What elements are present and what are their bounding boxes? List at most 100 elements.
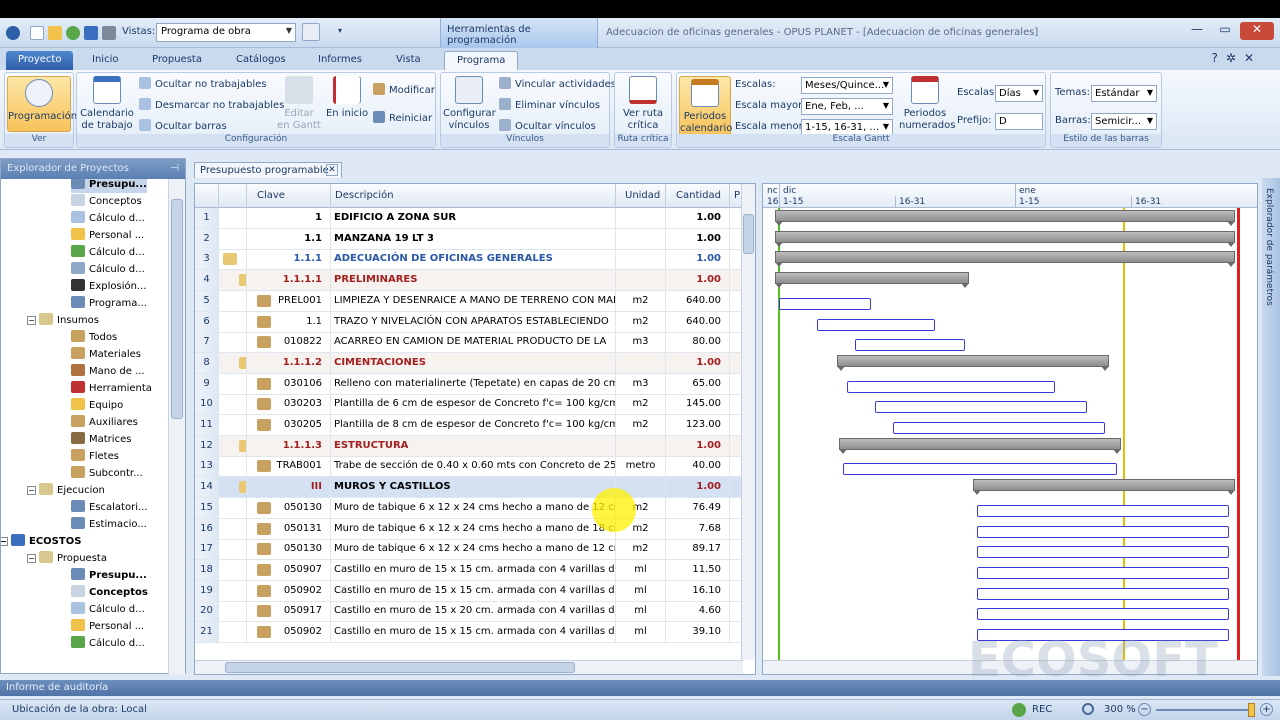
escala-mayor-select[interactable]: Ene, Feb, ... ▼ xyxy=(801,98,893,115)
gantt-task-bar[interactable] xyxy=(817,318,935,331)
close-tab-icon[interactable]: ✕ xyxy=(326,164,338,176)
tree-item[interactable]: Presupu... xyxy=(71,179,147,193)
tree-item[interactable]: − Propuesta xyxy=(27,550,107,567)
tree-item[interactable]: Explosión... xyxy=(71,278,146,295)
collapse-icon[interactable]: − xyxy=(27,486,36,495)
grid-vscroll-thumb[interactable] xyxy=(743,214,754,254)
pin-icon[interactable]: ⊣ xyxy=(170,163,179,174)
configurar-vinculos-button[interactable]: Configurar vínculos xyxy=(443,76,496,132)
prefijo-input[interactable]: D xyxy=(995,113,1043,130)
explorer-scroll-thumb[interactable] xyxy=(171,199,183,419)
quick-access-dropdown-icon[interactable]: ▾ xyxy=(338,26,346,40)
table-row[interactable]: 4 1.1.1.1 PRELIMINARES 1.00 xyxy=(195,270,743,292)
tree-item[interactable]: Escalatori... xyxy=(71,499,148,516)
document-tab[interactable]: Presupuesto programable ✕ xyxy=(194,162,342,178)
close-button[interactable]: ✕ xyxy=(1240,22,1274,40)
table-row[interactable]: 2 1.1 MANZANA 19 LT 3 1.00 xyxy=(195,228,743,250)
gantt-task-bar[interactable] xyxy=(977,525,1229,538)
tree-item[interactable]: Mano de ... xyxy=(71,363,145,380)
tree-item[interactable]: Cálculo d... xyxy=(71,210,145,227)
explorer-scrollbar[interactable] xyxy=(168,179,185,675)
sync-icon[interactable] xyxy=(1012,703,1026,717)
app-logo-icon[interactable] xyxy=(6,26,20,40)
grid-vertical-scrollbar[interactable] xyxy=(741,184,755,660)
gantt-task-bar[interactable] xyxy=(893,422,1105,434)
collapse-icon[interactable]: − xyxy=(27,554,36,563)
gantt-task-bar[interactable] xyxy=(977,504,1229,517)
gantt-summary-bar[interactable] xyxy=(775,272,969,289)
gantt-task-bar[interactable] xyxy=(875,401,1087,414)
gantt-summary-bar[interactable] xyxy=(775,230,1235,247)
minimize-button[interactable]: — xyxy=(1184,22,1210,40)
table-row[interactable]: 12 1.1.1.3 ESTRUCTURA 1.00 xyxy=(195,435,743,457)
table-row[interactable]: 19 050902 Castillo en muro de 15 x 15 cm. … xyxy=(195,580,743,602)
tab-proyecto[interactable]: Proyecto xyxy=(6,51,74,70)
save-icon[interactable] xyxy=(84,26,98,40)
table-row[interactable]: 18 050907 Castillo en muro de 15 x 15 cm. … xyxy=(195,559,743,581)
gantt-summary-bar[interactable] xyxy=(775,210,1235,226)
tree-item[interactable]: Programa... xyxy=(71,295,147,312)
programacion-button[interactable]: Programación xyxy=(7,76,77,132)
periodos-calendario-button[interactable]: Periodos calendario xyxy=(679,76,732,138)
table-row[interactable]: 15 050130 Muro de tabique 6 x 12 x 24 cms … xyxy=(195,497,743,519)
grid-horizontal-scrollbar[interactable] xyxy=(195,660,743,674)
header-clave[interactable]: Clave xyxy=(247,184,331,208)
eliminar-vinculos-button[interactable]: Eliminar vínculos xyxy=(499,98,600,111)
zoom-slider-thumb[interactable] xyxy=(1248,703,1255,717)
magnifier-icon[interactable] xyxy=(1082,703,1094,715)
tab-programa[interactable]: Programa xyxy=(444,51,519,70)
table-row[interactable]: 16 050131 Muro de tabique 6 x 12 x 24 cms … xyxy=(195,518,743,540)
tree-item[interactable]: Personal ... xyxy=(71,227,144,244)
table-row[interactable]: 10 030203 Plantilla de 6 cm de espesor de … xyxy=(195,394,743,416)
maximize-button[interactable]: ▭ xyxy=(1212,22,1238,40)
editar-en-gantt-button[interactable]: Editar en Gantt xyxy=(277,76,321,132)
tree-item[interactable]: Personal ... xyxy=(71,618,144,635)
table-row[interactable]: 13 TRAB001 Trabe de sección de 0.40 x 0.60… xyxy=(195,456,743,478)
gantt-summary-bar[interactable] xyxy=(839,437,1121,454)
collapse-icon[interactable]: − xyxy=(27,316,36,325)
print-icon[interactable] xyxy=(102,26,116,40)
gantt-task-bar[interactable] xyxy=(779,297,871,310)
gantt-summary-bar[interactable] xyxy=(837,354,1109,371)
tab-vista[interactable]: Vista xyxy=(384,51,433,70)
tree-item[interactable]: Cálculo d... xyxy=(71,244,145,261)
tree-item[interactable]: Matrices xyxy=(71,431,131,448)
header-descripcion[interactable]: Descripción xyxy=(331,184,616,208)
table-row[interactable]: 14 III MUROS Y CASTILLOS 1.00 xyxy=(195,477,743,499)
audit-panel-bar[interactable]: Informe de auditoría xyxy=(0,680,1280,696)
tree-item[interactable]: Cálculo d... xyxy=(71,261,145,278)
open-icon[interactable] xyxy=(48,26,62,40)
vistas-select[interactable]: Programa de obra ▼ xyxy=(156,23,296,42)
tree-item[interactable]: Estimacio... xyxy=(71,516,147,533)
table-row[interactable]: 20 050917 Castillo en muro de 15 x 20 cm. … xyxy=(195,601,743,623)
tree-item[interactable]: Equipo xyxy=(71,397,123,414)
periodos-numerados-button[interactable]: Periodos numerados xyxy=(899,76,955,132)
table-row[interactable]: 21 050902 Castillo en muro de 15 x 15 cm. … xyxy=(195,622,743,643)
gantt-task-bar[interactable] xyxy=(855,339,965,352)
tree-item[interactable]: Subcontr... xyxy=(71,465,143,482)
gantt-task-bar[interactable] xyxy=(977,546,1229,559)
modificar-button[interactable]: Modificar xyxy=(373,83,435,96)
tab-catalogos[interactable]: Catálogos xyxy=(224,51,298,70)
barras-select[interactable]: Semicir... ▼ xyxy=(1091,113,1157,130)
calendario-button[interactable]: Calendario de trabajo xyxy=(79,76,135,132)
gantt-task-bar[interactable] xyxy=(843,463,1117,476)
new-file-icon[interactable] xyxy=(30,26,44,40)
tree-item[interactable]: Auxiliares xyxy=(71,414,138,431)
gantt-task-bar[interactable] xyxy=(977,566,1229,579)
view-settings-icon[interactable] xyxy=(302,23,320,41)
tree-item[interactable]: Cálculo d... xyxy=(71,601,145,618)
table-row[interactable]: 17 050130 Muro de tabique 6 x 12 x 24 cms … xyxy=(195,539,743,561)
desmarcar-no-trabajables-button[interactable]: Desmarcar no trabajables xyxy=(139,98,284,111)
ocultar-no-trabajables-button[interactable]: Ocultar no trabajables xyxy=(139,77,267,90)
reiniciar-button[interactable]: Reiniciar xyxy=(373,111,432,124)
grid-hscroll-thumb[interactable] xyxy=(225,662,575,673)
gantt-summary-bar[interactable] xyxy=(973,479,1235,496)
gantt-task-bar[interactable] xyxy=(847,380,1055,393)
ver-ruta-critica-button[interactable]: Ver ruta crítica xyxy=(617,76,669,132)
header-cantidad[interactable]: Cantidad xyxy=(666,184,730,208)
tab-informes[interactable]: Informes xyxy=(306,51,374,70)
tree-item[interactable]: Herramienta xyxy=(71,380,152,397)
table-row[interactable]: 9 030106 Relleno con materialinerte (Tepet… xyxy=(195,373,743,395)
en-inicio-button[interactable]: En inicio xyxy=(325,76,369,120)
